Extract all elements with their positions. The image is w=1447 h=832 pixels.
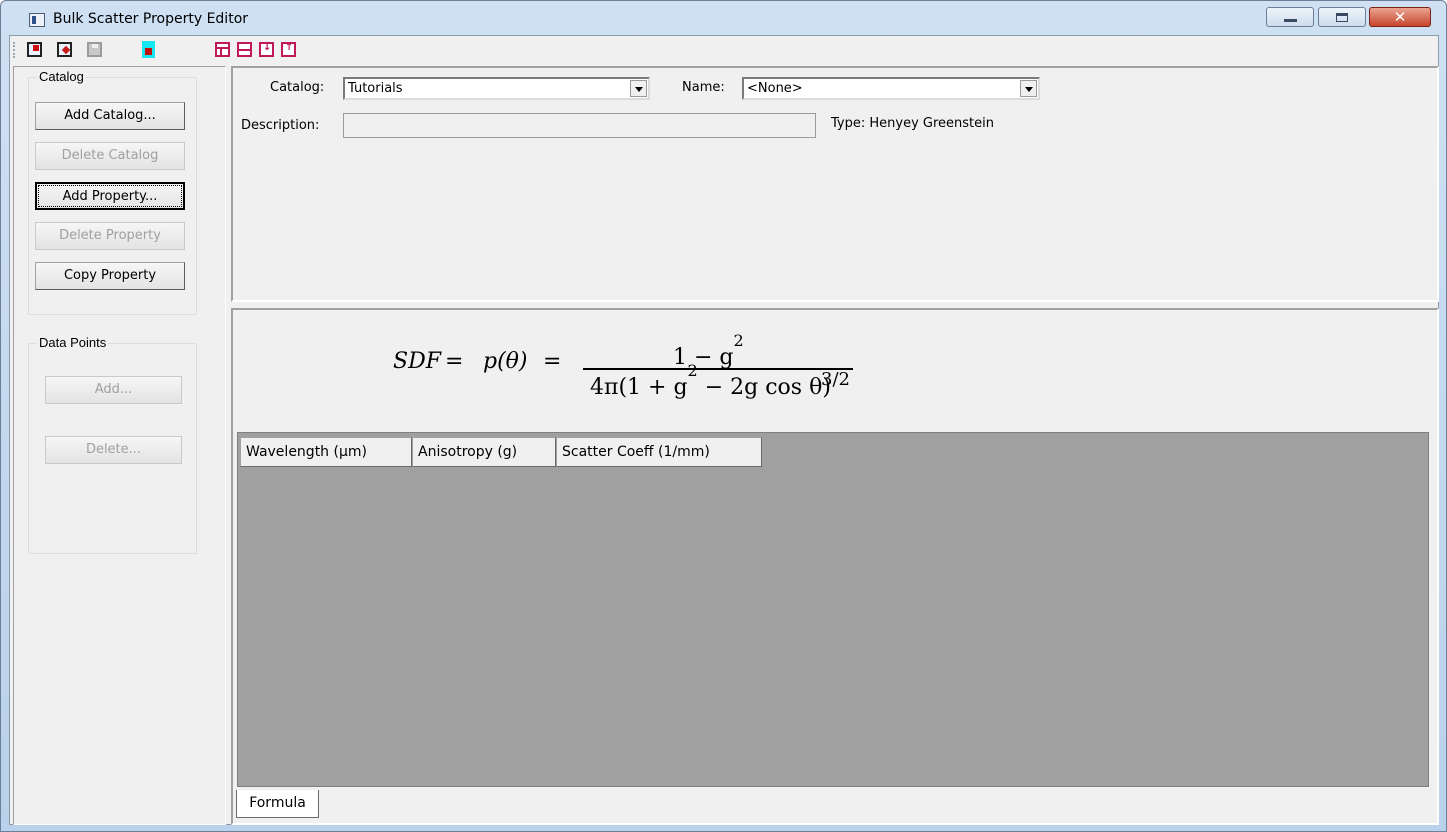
title-bar[interactable]: Bulk Scatter Property Editor ✕: [1, 1, 1446, 35]
left-panel: Catalog Add Catalog... Delete Catalog Ad…: [13, 66, 226, 825]
formula-display: SDF = p(θ) = 1 − g2 4π(1 + g2 − 2g cos θ…: [393, 315, 913, 427]
open-button[interactable]: [26, 41, 44, 59]
lock-icon: [142, 41, 155, 58]
toolbar: [10, 36, 1438, 64]
add-catalog-button[interactable]: Add Catalog...: [35, 102, 185, 130]
expand-down-icon: [259, 42, 274, 57]
formula-denominator-text: 4π(1 + g: [590, 375, 688, 400]
catalog-label: Catalog:: [270, 80, 325, 95]
app-icon[interactable]: [29, 13, 45, 27]
description-field[interactable]: [343, 113, 816, 138]
minimize-button[interactable]: [1266, 7, 1314, 27]
layout-icon: [215, 42, 230, 57]
catalog-select-value: Tutorials: [348, 81, 403, 96]
delete-property-button[interactable]: Delete Property: [35, 222, 185, 250]
save-as-icon: [57, 42, 72, 57]
catalog-select[interactable]: Tutorials: [343, 77, 650, 100]
open-icon: [27, 42, 42, 57]
name-select[interactable]: <None>: [742, 77, 1040, 100]
column-scatter-coeff[interactable]: Scatter Coeff (1/mm): [556, 437, 762, 467]
formula-lhs: SDF: [393, 349, 441, 374]
copy-property-button[interactable]: Copy Property: [35, 262, 185, 290]
add-property-button[interactable]: Add Property...: [35, 182, 185, 210]
tab-strip: Formula: [233, 788, 1437, 819]
toolbar-grip[interactable]: [13, 42, 17, 58]
lock-button[interactable]: [140, 41, 158, 59]
save-as-button[interactable]: [56, 41, 74, 59]
bulk-scatter-window: Bulk Scatter Property Editor ✕ Catalog A…: [0, 0, 1447, 832]
maximize-icon: [1336, 13, 1348, 22]
close-button[interactable]: ✕: [1369, 7, 1431, 27]
add-data-point-button[interactable]: Add...: [45, 376, 182, 404]
name-select-value: <None>: [747, 81, 803, 96]
formula-equals-2: =: [543, 349, 562, 374]
expand-button[interactable]: [258, 41, 276, 59]
formula-denominator-exp: 2: [687, 361, 698, 380]
data-points-group: Data Points Add... Delete...: [28, 335, 197, 554]
formula-outer-exp: 3/2: [821, 369, 850, 390]
minimize-icon: [1284, 19, 1297, 22]
client-area: Catalog Add Catalog... Delete Catalog Ad…: [9, 35, 1439, 825]
chevron-down-icon[interactable]: [630, 80, 647, 97]
formula-denominator: 4π(1 + g2 − 2g cos θ): [590, 361, 831, 400]
formula-numerator: 1 − g2: [673, 331, 744, 370]
split-icon: [237, 42, 252, 57]
type-label: Type: Henyey Greenstein: [831, 116, 994, 131]
split-button[interactable]: [236, 41, 254, 59]
save-button[interactable]: [86, 41, 104, 59]
catalog-group-legend: Catalog: [37, 69, 86, 84]
save-icon: [87, 42, 102, 57]
maximize-button[interactable]: [1318, 7, 1366, 27]
collapse-up-icon: [281, 42, 296, 57]
delete-catalog-button[interactable]: Delete Catalog: [35, 142, 185, 170]
column-wavelength[interactable]: Wavelength (µm): [240, 437, 412, 467]
formula-p: p(θ): [483, 349, 528, 374]
data-points-group-legend: Data Points: [37, 335, 109, 350]
catalog-group: Catalog Add Catalog... Delete Catalog Ad…: [28, 69, 197, 315]
close-icon: ✕: [1393, 8, 1407, 26]
formula-numerator-exp: 2: [733, 331, 744, 350]
description-label: Description:: [241, 118, 320, 133]
formula-equals-1: =: [445, 349, 464, 374]
main-area: SDF = p(θ) = 1 − g2 4π(1 + g2 − 2g cos θ…: [231, 308, 1439, 825]
chevron-down-icon[interactable]: [1020, 80, 1037, 97]
column-anisotropy[interactable]: Anisotropy (g): [412, 437, 556, 467]
property-header: Catalog: Tutorials Name: <None> Descript…: [231, 66, 1439, 302]
formula-denominator-rest: − 2g cos θ): [697, 375, 831, 400]
formula-fraction-bar: [583, 368, 853, 370]
window-title: Bulk Scatter Property Editor: [53, 11, 249, 27]
formula-numerator-text: 1 − g: [673, 345, 734, 370]
tab-formula[interactable]: Formula: [236, 790, 319, 818]
collapse-button[interactable]: [280, 41, 298, 59]
layout-button[interactable]: [214, 41, 232, 59]
delete-data-point-button[interactable]: Delete...: [45, 436, 182, 464]
name-label: Name:: [682, 80, 725, 95]
data-points-table[interactable]: Wavelength (µm) Anisotropy (g) Scatter C…: [237, 432, 1429, 787]
